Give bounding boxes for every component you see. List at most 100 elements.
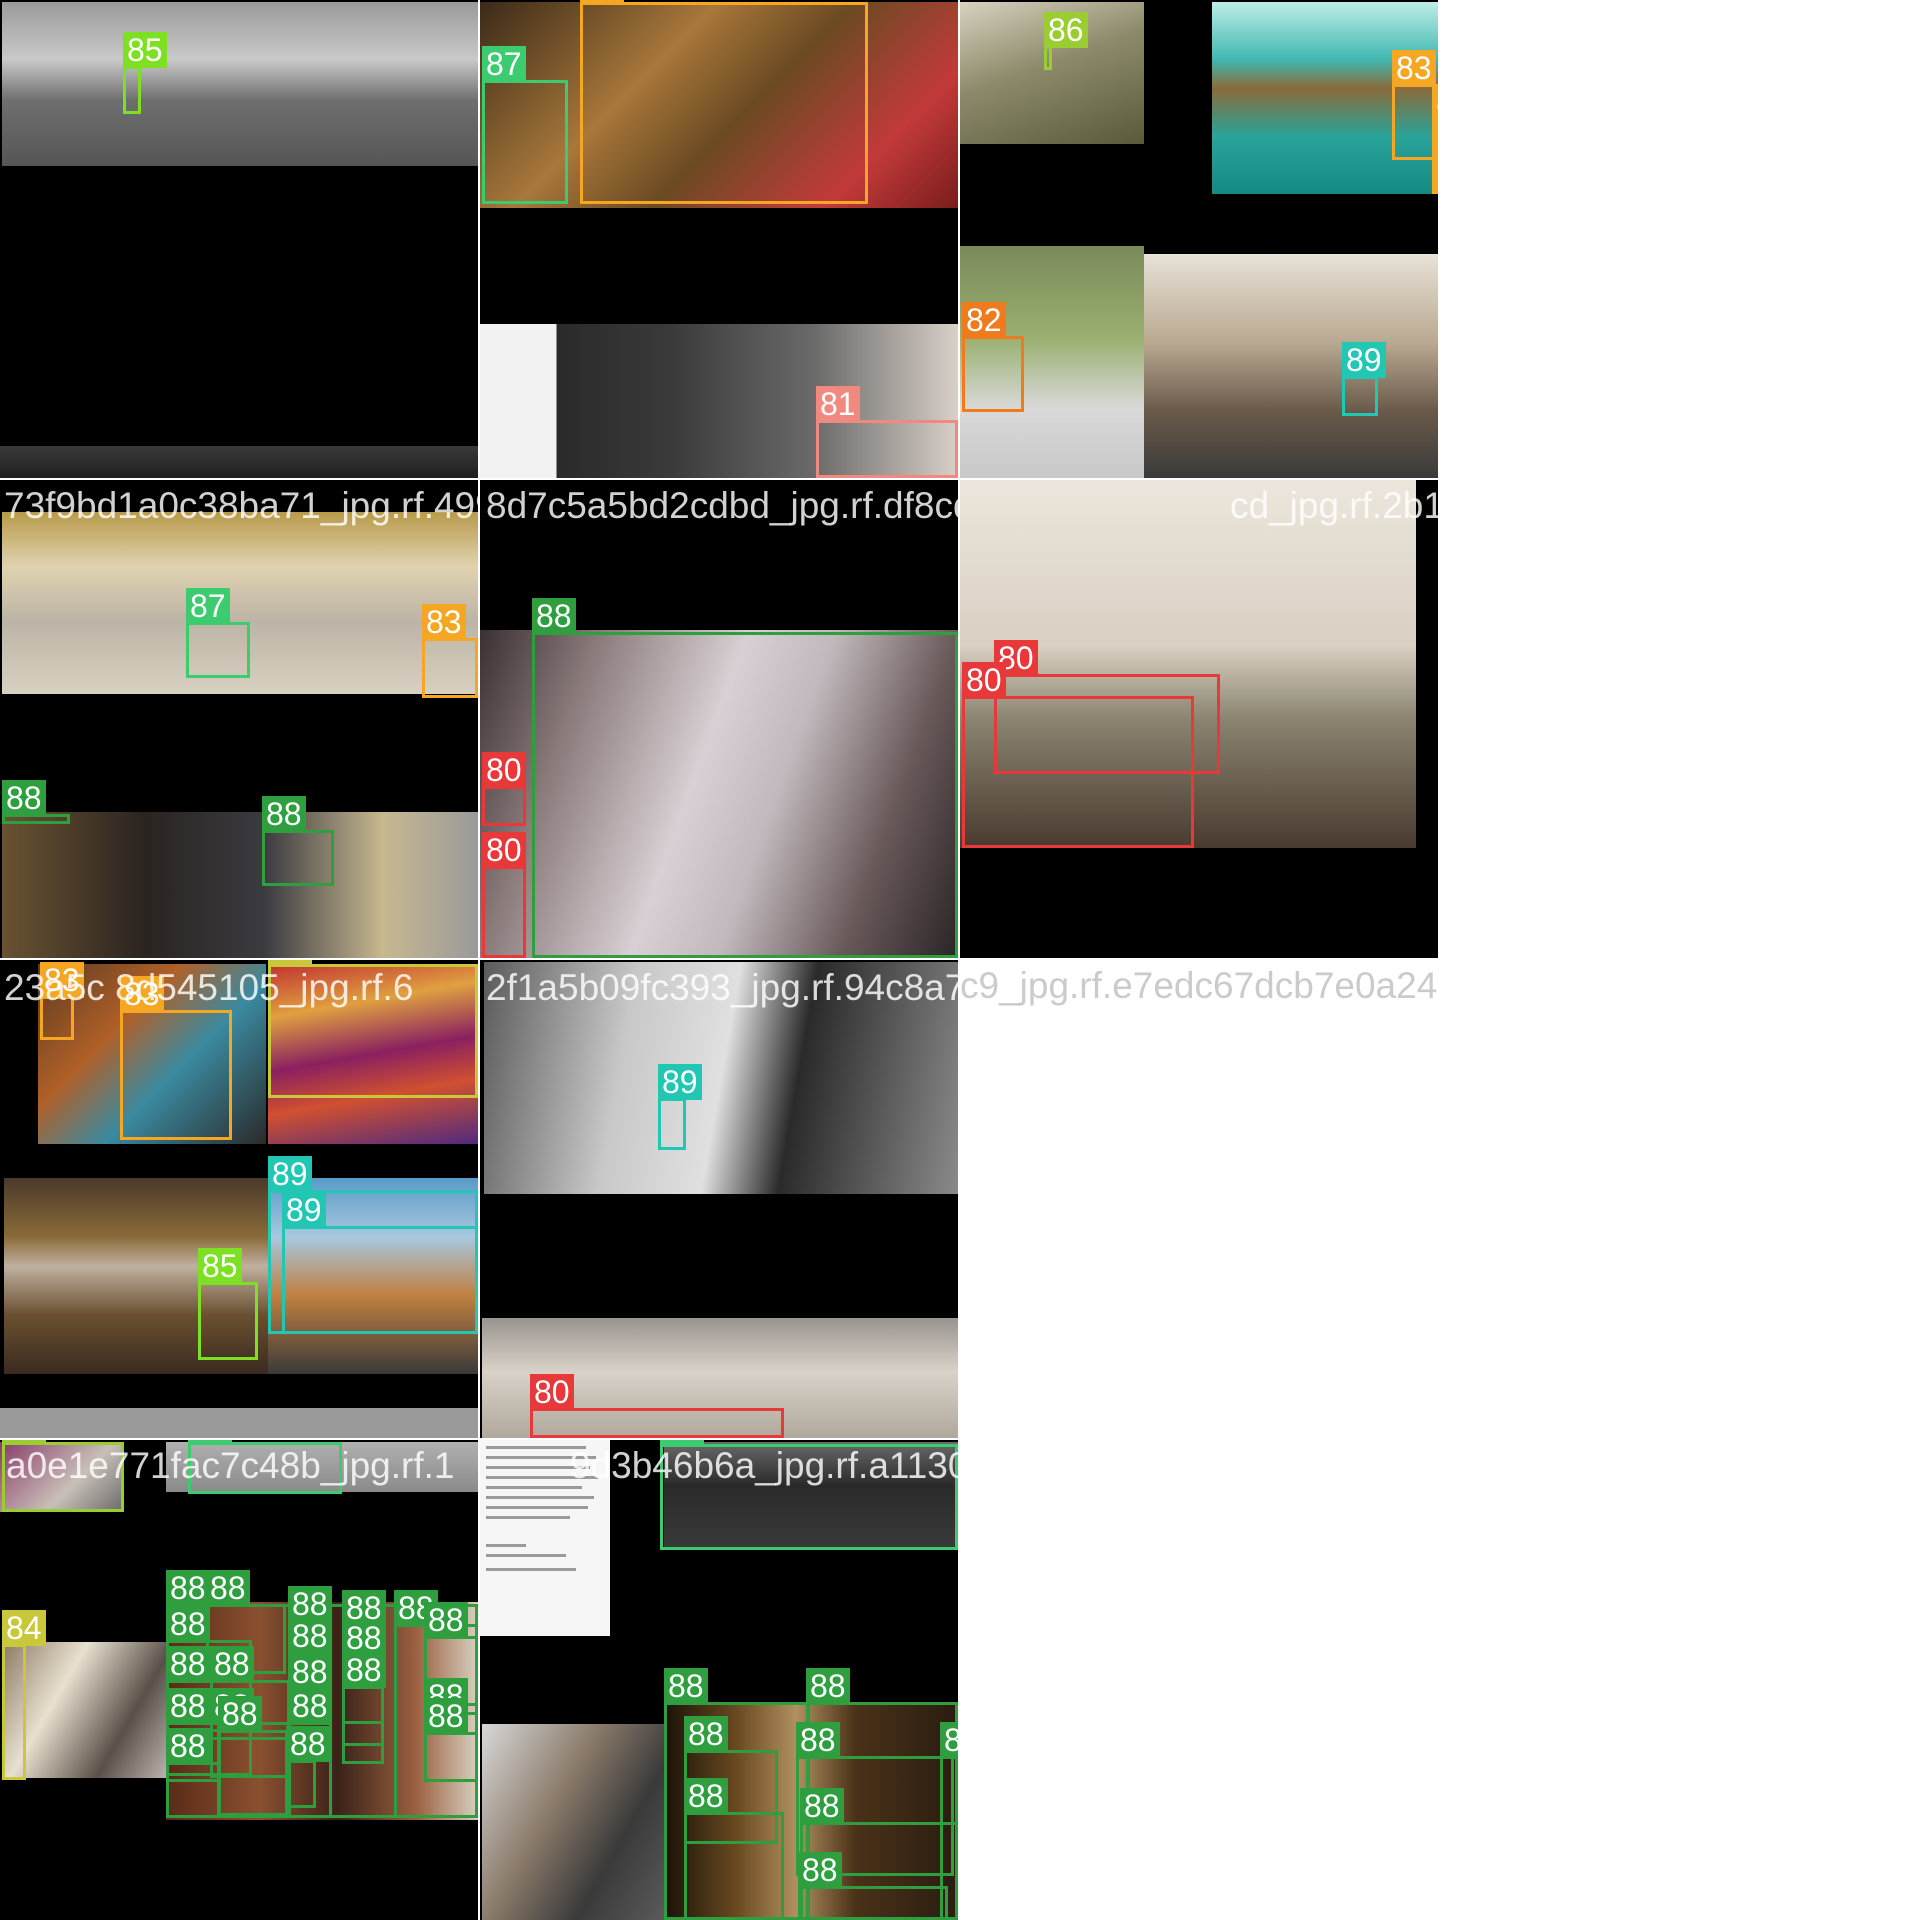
mosaic-tile-r3c1: 83 83 84 89 89 85 23a5c 8d545105_jpg.rf.… xyxy=(0,960,478,1438)
detection-score: 88 xyxy=(940,1722,958,1758)
detection-score: 83 xyxy=(1432,84,1438,120)
detection-score: 88 xyxy=(166,1728,210,1764)
mosaic-tile-r1c1: 85 xyxy=(0,0,478,478)
image-filename-caption: 2f1a5b09fc393_jpg.rf.94c8a7b2c67b3c9 xyxy=(486,967,958,1008)
mosaic-tile-r4c1: 86 87 84 88 88 88 88 88 88 88 88 xyxy=(0,1440,478,1920)
detection-score: 88 xyxy=(166,1646,210,1682)
detection-box: 87 xyxy=(186,588,250,678)
detection-box: 82 xyxy=(962,302,1024,412)
detection-score: 84 xyxy=(2,1610,46,1646)
detection-box: 88 xyxy=(342,1652,386,1746)
detection-score: 82 xyxy=(962,302,1006,338)
detection-box: 80 xyxy=(962,662,1194,848)
mosaic-tile-r2c3: 80 80 cd_jpg.rf.2b1d6629e6f6c5fd xyxy=(960,480,1438,958)
detection-box: 83 xyxy=(580,0,868,204)
detection-score: 88 xyxy=(2,780,46,816)
detection-score: 89 xyxy=(282,1192,326,1228)
detection-score: 88 xyxy=(342,1620,386,1656)
detection-score: 88 xyxy=(166,1570,210,1606)
detection-score: 89 xyxy=(658,1064,702,1100)
detection-score: 88 xyxy=(342,1652,386,1688)
photo-desk-room xyxy=(2,812,478,958)
detection-score: 89 xyxy=(268,1156,312,1192)
detection-box: 83 xyxy=(1432,84,1438,194)
detection-score: 88 xyxy=(684,1716,728,1752)
mosaic-grid: 85 87 83 81 86 83 83 82 89 xyxy=(0,0,1440,1920)
detection-score: 88 xyxy=(166,1606,210,1642)
detection-score: 87 xyxy=(188,1440,232,1444)
detection-score: 88 xyxy=(166,1688,210,1724)
detection-score: 85 xyxy=(123,32,167,68)
detection-box: 83 xyxy=(120,976,232,1140)
detection-score: 88 xyxy=(796,1722,840,1758)
detection-score: 88 xyxy=(288,1688,332,1724)
detection-score: 88 xyxy=(664,1668,708,1704)
mosaic-tile-r2c1: 87 83 88 88 73f9bd1a0c38ba71_jpg.rf.4997… xyxy=(0,480,478,958)
detection-box: 88 xyxy=(218,1696,288,1816)
detection-score: 88 xyxy=(532,598,576,634)
detection-score: 80 xyxy=(482,752,526,788)
photo-elderly-man xyxy=(482,1724,664,1920)
photo-open-sign xyxy=(0,446,478,478)
detection-box: 89 xyxy=(282,1192,478,1334)
image-filename-caption: cd_jpg.rf.2b1d6629e6f6c5fd xyxy=(1230,485,1438,526)
detection-score: 88 xyxy=(424,1602,468,1638)
detection-box: 85 xyxy=(198,1248,258,1360)
detection-score: 88 xyxy=(288,1654,332,1690)
detection-box: 86 xyxy=(1044,12,1088,70)
detection-score: 88 xyxy=(288,1618,332,1654)
detection-score: 81 xyxy=(816,386,860,422)
detection-score: 83 xyxy=(1392,50,1436,86)
detection-score: 88 xyxy=(800,1788,844,1824)
detection-score: 80 xyxy=(530,1374,574,1410)
image-filename-caption: 73f9bd1a0c38ba71_jpg.rf.4997359f3e3f8251 xyxy=(4,485,478,526)
photo-gray-strip xyxy=(0,1408,478,1438)
mosaic-tile-r1c2: 87 83 81 xyxy=(480,0,958,478)
detection-score: 80 xyxy=(482,832,526,868)
detection-box: 88 xyxy=(684,1778,784,1920)
detection-score: 88 xyxy=(424,1698,468,1734)
detection-box: 80 xyxy=(482,832,526,958)
detection-score: 87 xyxy=(482,46,526,82)
mosaic-tile-r1c3: 86 83 83 82 89 xyxy=(960,0,1438,478)
detection-score: 88 xyxy=(218,1696,262,1732)
detection-score: 88 xyxy=(798,1852,842,1888)
detection-score: 88 xyxy=(286,1726,330,1762)
mosaic-tile-r4c2: 87 88 88 88 88 88 88 88 88 9d3b46b6a_jpg… xyxy=(480,1440,958,1920)
detection-score: 83 xyxy=(422,604,466,640)
detection-box: 87 xyxy=(482,46,568,204)
detection-score: 88 xyxy=(262,796,306,832)
detection-score: 85 xyxy=(198,1248,242,1284)
detection-box: 81 xyxy=(816,386,958,478)
detection-score: 87 xyxy=(186,588,230,624)
detection-box: 88 xyxy=(262,796,334,886)
detection-box: 84 xyxy=(2,1610,46,1780)
detection-box: 88 xyxy=(166,1728,220,1818)
photo-concert-hall xyxy=(1144,254,1438,478)
image-filename-caption: 9d3b46b6a_jpg.rf.a1130681c5c6affb xyxy=(570,1445,958,1486)
photo-blonde-person xyxy=(2,1642,170,1778)
image-filename-caption: a0e1e771fac7c48b_jpg.rf.1 xyxy=(6,1445,455,1486)
image-filename-caption: 23a5c 8d545105_jpg.rf.6 xyxy=(4,967,414,1008)
image-filename-caption: 8d7c5a5bd2cdbd_jpg.rf.df8cd4c85bf02a54 xyxy=(486,485,958,526)
detection-box: 80 xyxy=(482,752,526,826)
detection-box: 88 xyxy=(798,1852,948,1920)
detection-score: 88 xyxy=(206,1570,250,1606)
mosaic-tile-r3c2: 89 80 2f1a5b09fc393_jpg.rf.94c8a7b2c67b3… xyxy=(480,960,958,1438)
image-filename-caption-overflow: c9_jpg.rf.e7edc67dcb7e0a24 xyxy=(960,965,1438,1006)
detection-score: 86 xyxy=(2,1440,46,1444)
detection-box: 88 xyxy=(532,598,958,958)
detection-box: 85 xyxy=(123,32,167,114)
detection-score: 88 xyxy=(684,1778,728,1814)
detection-box: 89 xyxy=(658,1064,702,1150)
detection-box: 80 xyxy=(530,1374,784,1438)
detection-box: 88 xyxy=(2,780,70,824)
detection-score: 86 xyxy=(1044,12,1088,48)
photo-grayscale-office xyxy=(2,2,478,166)
detection-score: 80 xyxy=(962,662,1006,698)
detection-box: 83 xyxy=(422,604,478,698)
detection-score: 88 xyxy=(288,1586,332,1622)
mosaic-tile-r2c2: 88 80 80 8d7c5a5bd2cdbd_jpg.rf.df8cd4c85… xyxy=(480,480,958,958)
detection-score: 84 xyxy=(268,960,312,966)
detection-box: 89 xyxy=(1342,342,1386,416)
